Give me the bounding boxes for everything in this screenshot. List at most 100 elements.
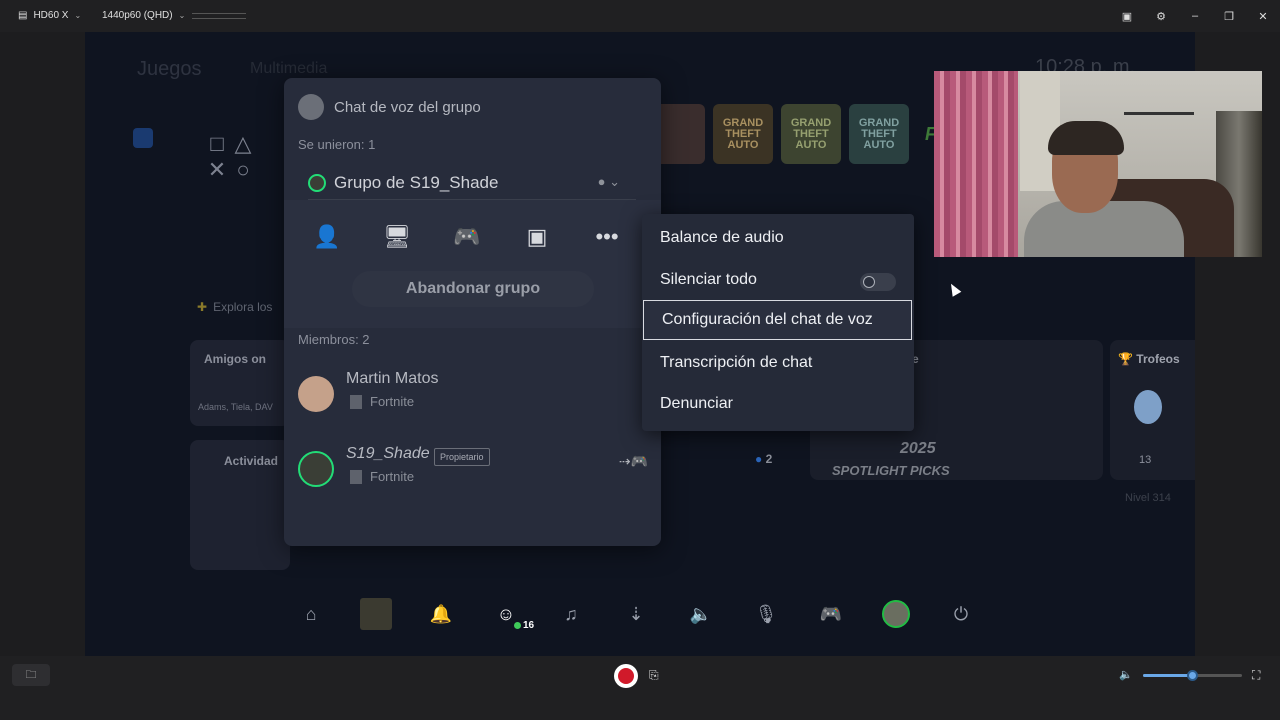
resolution-selector[interactable]: 1440p60 (QHD) ⌄ — [102, 10, 185, 21]
ps-store-icon — [133, 128, 153, 148]
notifications-icon[interactable]: 🔔 — [425, 598, 457, 630]
volume-slider[interactable] — [1143, 670, 1242, 681]
restore-button[interactable]: ❐ — [1212, 0, 1246, 32]
menu-item-label: Silenciar todo — [660, 271, 757, 288]
volume-slider-knob[interactable] — [1186, 670, 1198, 681]
ps-explore-label: Explora los — [213, 300, 273, 314]
menu-item-label: Configuración del chat de voz — [662, 311, 873, 328]
speaker-icon[interactable]: 🔈 — [1119, 668, 1133, 681]
member-row[interactable]: Martin Matos Fortnite — [298, 370, 648, 420]
member-game-label: Fortnite — [370, 469, 415, 484]
gear-icon: ⚙ — [1156, 10, 1166, 23]
share-play-icon[interactable]: 🎮 — [452, 222, 482, 252]
close-button[interactable]: ✕ — [1246, 0, 1280, 32]
menu-item-label: Transcripción de chat — [660, 354, 813, 371]
menu-item-chat-transcription[interactable]: Transcripción de chat — [642, 343, 914, 383]
device-selector[interactable]: ▤ HD60 X ⌄ — [18, 10, 81, 21]
toolbar-handle[interactable] — [192, 13, 246, 19]
menu-item-audio-balance[interactable]: Balance de audio — [642, 218, 914, 258]
game-icon — [350, 394, 362, 409]
fullscreen-icon: ⛶ — [1252, 668, 1261, 682]
joined-count: Se unieron: 1 — [298, 137, 376, 152]
menu-item-mute-all[interactable]: Silenciar todo — [642, 260, 914, 300]
volume-icon[interactable]: 🔈 — [685, 598, 717, 630]
record-button[interactable] — [614, 664, 638, 688]
menu-item-report[interactable]: Denunciar — [642, 384, 914, 424]
bottom-toolbar: 🗀 ⎘ 🔈 ⛶ — [0, 656, 1280, 720]
group-settings-icon: ● ⌄ — [597, 174, 620, 189]
webcam-person-hair — [1048, 121, 1124, 155]
voice-chat-header: Chat de voz del grupo — [298, 94, 481, 120]
menu-item-voice-chat-settings[interactable]: Configuración del chat de voz — [643, 300, 912, 340]
ps-trophies-title: 🏆 Trofeos — [1118, 352, 1180, 366]
top-toolbar: ▤ HD60 X ⌄ 1440p60 (QHD) ⌄ ▣ ⚙ – ❐ ✕ — [0, 0, 1280, 32]
ps-friends-title: Amigos on — [204, 352, 266, 366]
controller-icon[interactable]: 🎮 — [815, 598, 847, 630]
member-avatar — [298, 376, 334, 412]
minimize-icon: – — [1191, 10, 1199, 22]
ps-count-badge: ● 2 — [755, 452, 773, 466]
resolution-label: 1440p60 (QHD) — [102, 10, 173, 21]
folder-icon: 🗀 — [25, 668, 37, 681]
chevron-down-icon: ⌄ — [178, 11, 186, 20]
screenshot-button[interactable]: ⎘ — [649, 668, 659, 683]
leave-group-button[interactable]: Abandonar grupo — [352, 271, 594, 307]
chevron-down-icon: ⌄ — [74, 11, 82, 20]
spotlight-year: 2025 — [900, 440, 936, 457]
game-invite-icon[interactable]: ▣ — [522, 222, 552, 252]
ps-friends-card: Amigos on Adams, Tiela, DAV — [190, 340, 290, 426]
add-member-icon[interactable]: 👤 — [312, 222, 342, 252]
capture-device-icon: ▤ — [18, 10, 28, 21]
microphone-icon[interactable]: 🎙 — [750, 598, 782, 630]
settings-button[interactable]: ⚙ — [1144, 0, 1178, 32]
group-name: Grupo de S19_Shade — [334, 172, 499, 192]
volume-slider-fill — [1143, 674, 1192, 677]
share-play-status-icon: ⇢🎮 — [618, 453, 648, 469]
voice-chat-title: Chat de voz del grupo — [334, 98, 481, 116]
ps-symbols-logo: □ △ ✕ ○ — [207, 131, 252, 182]
ps-explore: ✚ Explora los — [197, 300, 272, 314]
open-folder-button[interactable]: 🗀 — [12, 664, 50, 686]
restore-icon: ❐ — [1224, 10, 1234, 23]
ps-control-center: ⌂ 🔔 ☺ 16 ♫ ⇣ 🔈 🎙 🎮 ⏻ — [295, 598, 977, 632]
webcam-shelf — [1124, 91, 1194, 115]
device-name: HD60 X — [33, 10, 69, 21]
layout-icon: ▣ — [1121, 10, 1133, 23]
minimize-button[interactable]: – — [1178, 0, 1212, 32]
mute-all-toggle[interactable] — [860, 273, 896, 291]
member-game: Fortnite — [350, 394, 414, 409]
download-icon[interactable]: ⇣ — [620, 598, 652, 630]
close-icon: ✕ — [1258, 10, 1268, 23]
menu-item-label: Balance de audio — [660, 229, 784, 246]
ps-nav-games: Juegos — [137, 58, 202, 80]
group-avatar — [308, 173, 326, 192]
profile-avatar[interactable] — [880, 598, 912, 630]
home-icon[interactable]: ⌂ — [295, 598, 327, 630]
group-selector[interactable]: Grupo de S19_Shade ● ⌄ — [308, 166, 636, 200]
menu-item-label: Denunciar — [660, 395, 733, 412]
game-base-icon[interactable]: ☺ 16 — [490, 598, 534, 632]
share-screen-icon[interactable]: 🖥 — [382, 222, 412, 252]
ps-game-tiles: GRAND THEFT AUTO GRAND THEFT AUTO GRAND … — [645, 104, 977, 164]
webcam-overlay — [934, 71, 1262, 257]
power-icon[interactable]: ⏻ — [945, 598, 977, 630]
voice-chat-panel: Chat de voz del grupo Se unieron: 1 Grup… — [284, 78, 661, 546]
screenshot-icon: ⎘ — [649, 668, 659, 682]
platinum-trophy-icon — [1134, 390, 1162, 424]
capture-app: ▤ HD60 X ⌄ 1440p60 (QHD) ⌄ ▣ ⚙ – ❐ ✕ Jue… — [0, 0, 1280, 720]
webcam-person-shirt — [1024, 201, 1184, 257]
fullscreen-button[interactable]: ⛶ — [1252, 668, 1260, 683]
webcam-curtain — [934, 71, 1018, 257]
game-thumbnail[interactable] — [360, 598, 392, 630]
voice-actions: 👤 🖥 🎮 ▣ ••• — [312, 222, 622, 252]
more-options-icon[interactable]: ••• — [592, 222, 622, 252]
trophy-icon: 🏆 — [1118, 352, 1133, 366]
layout-button[interactable]: ▣ — [1110, 0, 1144, 32]
options-menu: Balance de audio Silenciar todo Configur… — [642, 214, 914, 431]
game-tile: GRAND THEFT AUTO — [781, 104, 841, 164]
member-name: Martin Matos — [346, 370, 439, 387]
ps-activity-title: Actividad — [224, 454, 279, 468]
member-row[interactable]: S19_Shade Propietario Fortnite ⇢🎮 — [298, 445, 648, 495]
member-name: S19_Shade — [346, 445, 430, 462]
music-icon[interactable]: ♫ — [555, 598, 587, 630]
